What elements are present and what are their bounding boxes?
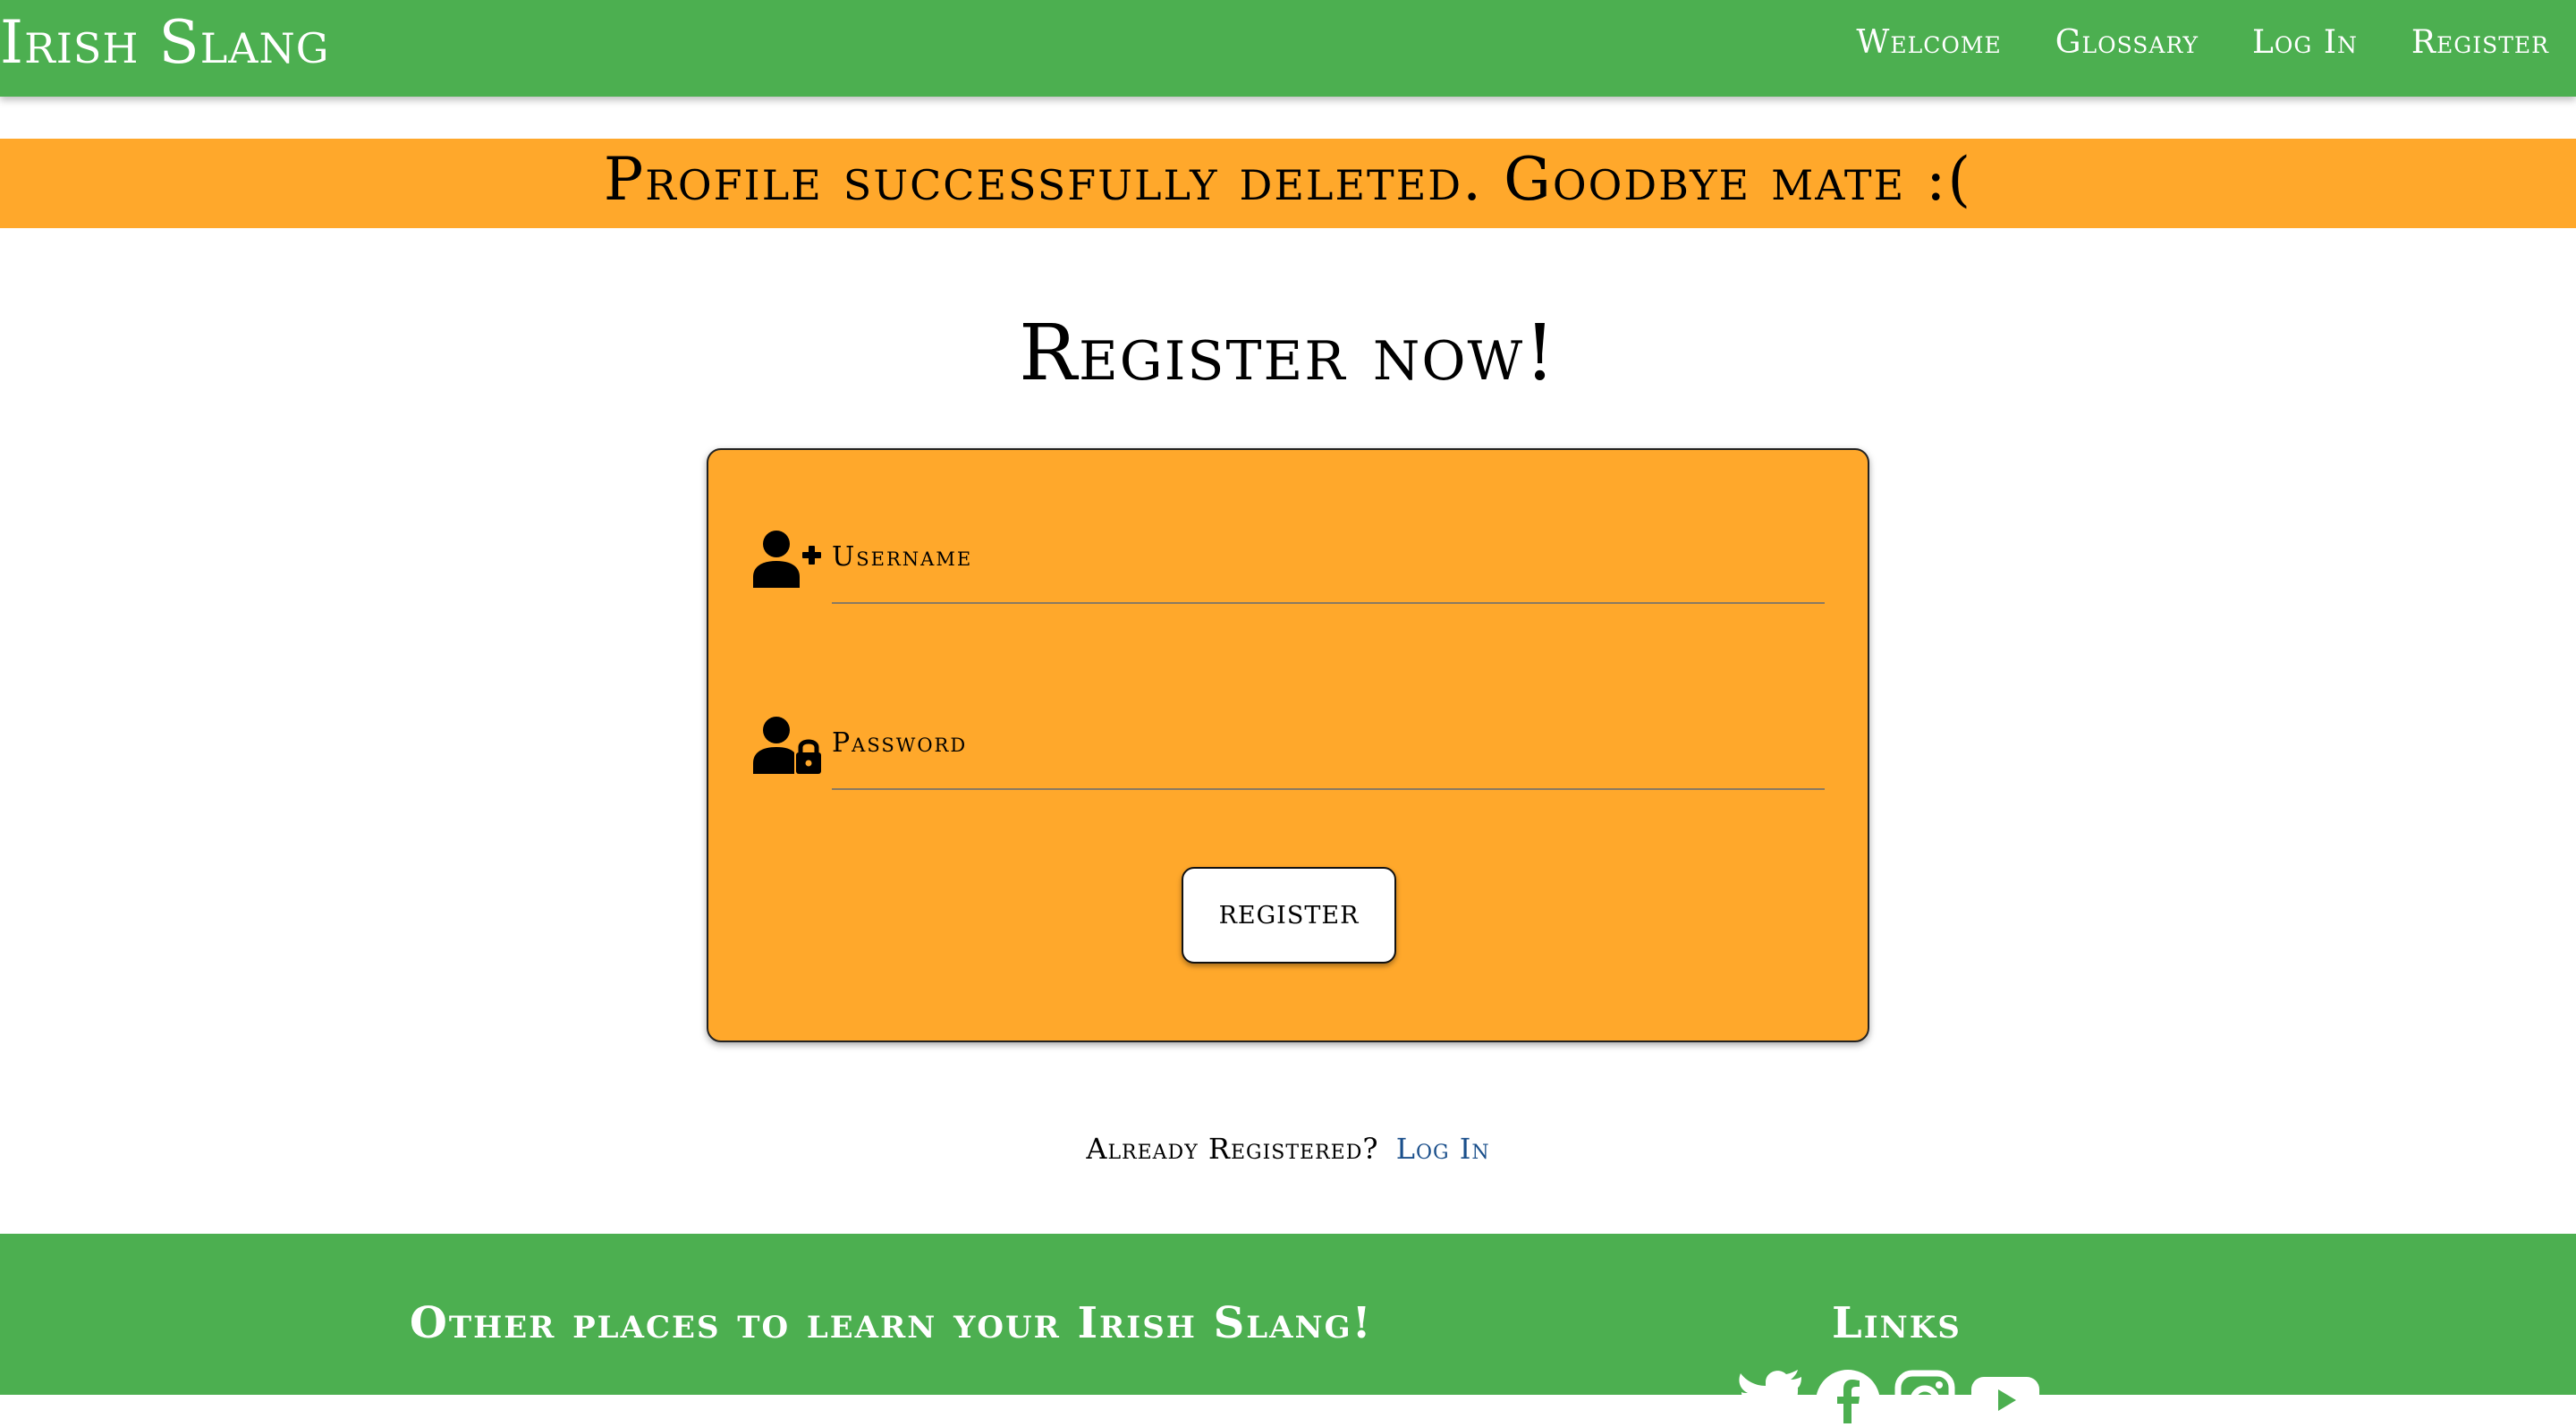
youtube-icon[interactable] — [1970, 1370, 2039, 1423]
flash-message-banner: Profile successfully deleted. Goodbye ma… — [0, 139, 2576, 228]
log-in-link[interactable]: Log In — [1396, 1132, 1490, 1166]
nav-register[interactable]: Register — [2411, 24, 2549, 61]
facebook-icon[interactable] — [1816, 1370, 1880, 1427]
nav-welcome[interactable]: Welcome — [1856, 24, 2001, 61]
password-input[interactable] — [832, 717, 1825, 790]
nav-glossary[interactable]: Glossary — [2055, 24, 2199, 61]
instagram-icon[interactable] — [1893, 1370, 1957, 1427]
nav-log-in[interactable]: Log In — [2252, 24, 2358, 61]
password-field: Password — [753, 717, 1826, 797]
already-registered: Already Registered? Log In — [0, 1132, 2576, 1166]
social-links — [1739, 1370, 2039, 1427]
navbar: Irish Slang Welcome Glossary Log In Regi… — [0, 0, 2576, 97]
footer-resources-heading: Other places to learn your Irish Slang! — [410, 1298, 1373, 1348]
register-button[interactable]: REGISTER — [1182, 867, 1396, 964]
user-plus-icon — [753, 531, 821, 588]
flash-message-text: Profile successfully deleted. Goodbye ma… — [603, 144, 1973, 214]
username-input[interactable] — [832, 531, 1825, 604]
username-field: Username — [753, 531, 1826, 611]
nav-links: Welcome Glossary Log In Register — [1802, 24, 2576, 61]
footer-links-heading: Links — [1832, 1298, 1962, 1348]
brand-logo[interactable]: Irish Slang — [0, 0, 329, 91]
user-lock-icon — [753, 717, 821, 774]
footer: Other places to learn your Irish Slang! … — [0, 1234, 2576, 1427]
already-registered-text: Already Registered? — [1086, 1132, 1379, 1166]
register-form: Username Password REGISTER — [707, 448, 1869, 1042]
page-title: Register now! — [1019, 309, 1557, 398]
twitter-icon[interactable] — [1739, 1370, 1803, 1427]
